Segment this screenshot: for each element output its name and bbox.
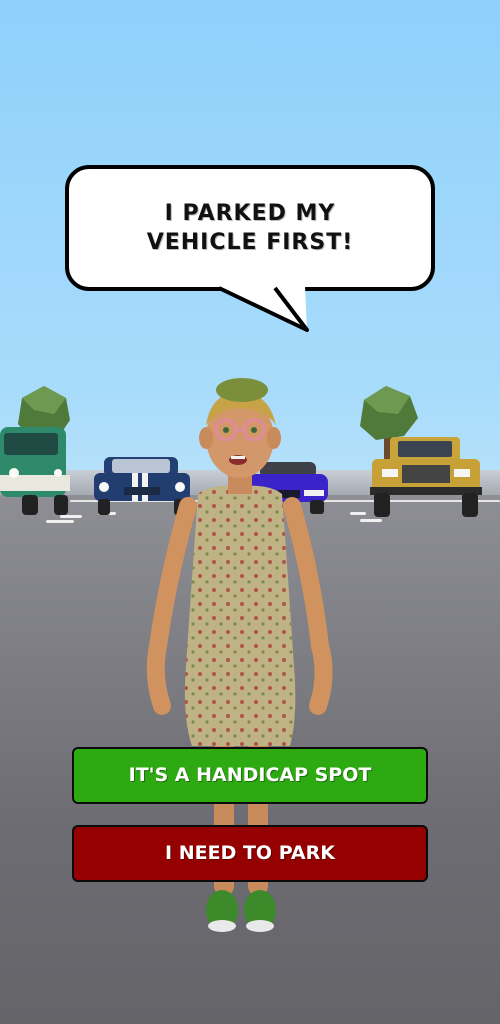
- choice-button-handicap-spot[interactable]: IT'S A HANDICAP SPOT: [72, 747, 428, 804]
- lane-stripe: [46, 520, 74, 523]
- speech-bubble-tail: [218, 286, 309, 332]
- lane-stripe: [350, 512, 366, 515]
- speech-bubble: I PARKED MY VEHICLE FIRST!: [65, 165, 435, 291]
- speech-line-2: VEHICLE FIRST!: [146, 230, 354, 255]
- speech-text: I PARKED MY VEHICLE FIRST!: [69, 199, 431, 257]
- choice-button-need-to-park[interactable]: I NEED TO PARK: [72, 825, 428, 882]
- speech-line-1: I PARKED MY: [164, 201, 336, 226]
- yellow-suv: [370, 437, 482, 517]
- game-scene: I PARKED MY VEHICLE FIRST! IT'S A HANDIC…: [0, 0, 500, 1024]
- green-van: [0, 427, 70, 515]
- lane-stripe: [360, 519, 382, 522]
